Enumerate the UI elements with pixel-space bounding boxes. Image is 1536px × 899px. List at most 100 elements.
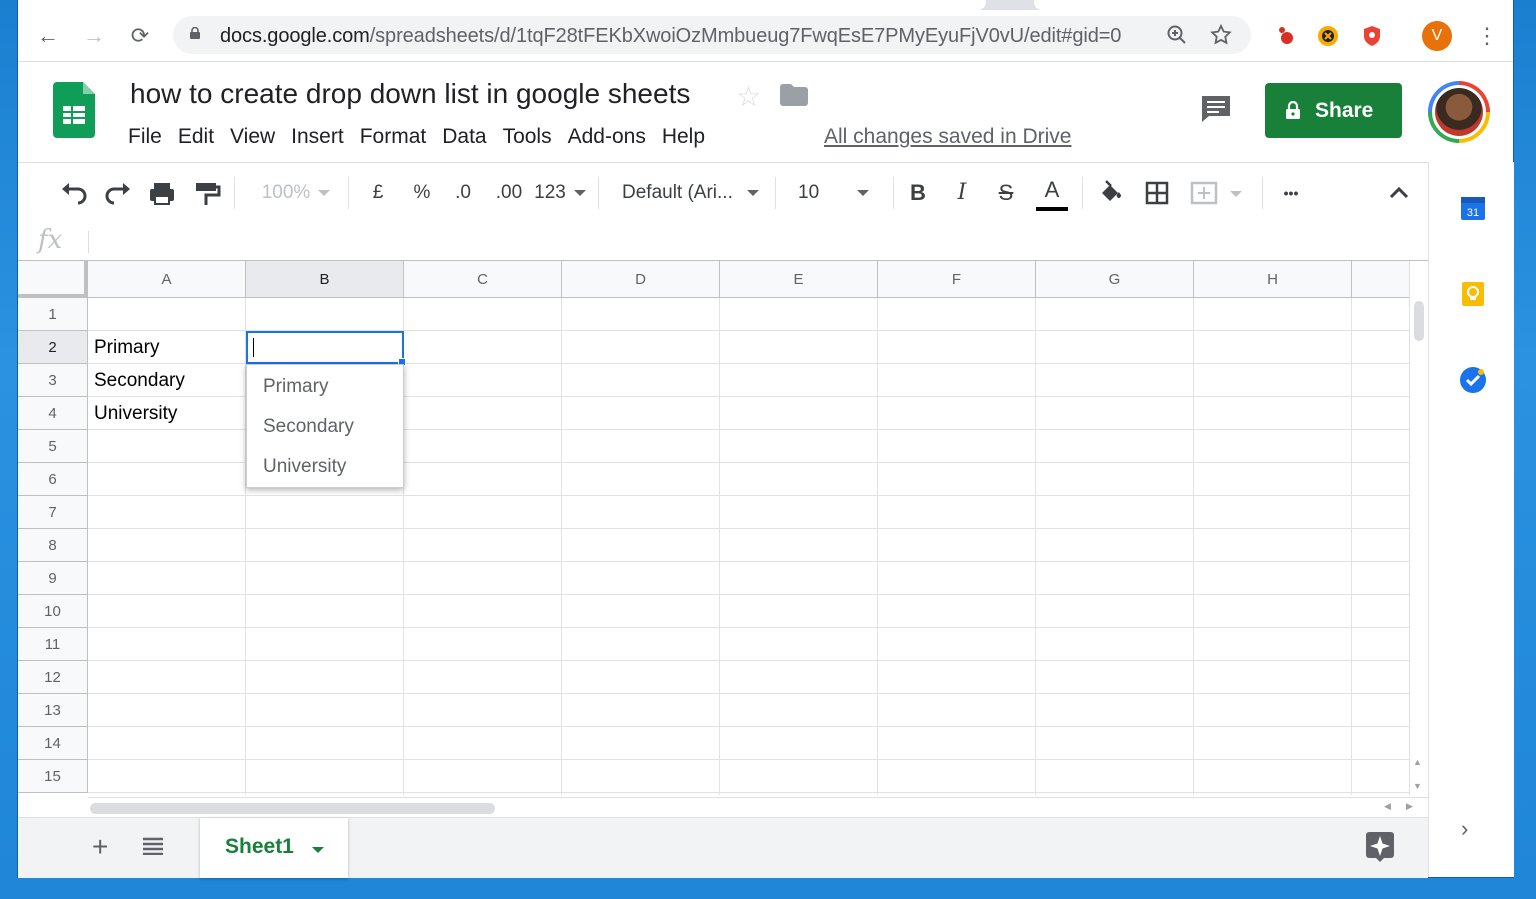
new-tab-area[interactable] <box>1034 0 1513 10</box>
active-tab[interactable] <box>18 0 986 10</box>
currency-format-button[interactable]: £ <box>366 175 390 211</box>
menu-insert[interactable]: Insert <box>283 122 352 152</box>
cell-a2[interactable]: Primary <box>88 331 159 364</box>
row-header-12[interactable]: 12 <box>18 661 88 694</box>
calendar-icon[interactable]: 31 <box>1459 194 1487 222</box>
column-header-h[interactable]: H <box>1194 261 1352 298</box>
merge-cells-icon[interactable] <box>1188 175 1248 211</box>
decrease-decimal-button[interactable]: .0 <box>448 175 478 211</box>
menu-view[interactable]: View <box>222 122 283 152</box>
cell-a3[interactable]: Secondary <box>88 364 185 397</box>
menu-addons[interactable]: Add-ons <box>560 122 654 152</box>
percent-format-button[interactable]: % <box>410 175 434 211</box>
row-header-1[interactable]: 1 <box>18 298 88 331</box>
comment-history-icon[interactable] <box>1199 92 1233 126</box>
row-header-3[interactable]: 3 <box>18 364 88 397</box>
row-header-14[interactable]: 14 <box>18 727 88 760</box>
sheet-tab-menu-icon[interactable] <box>312 847 324 853</box>
column-header-next[interactable] <box>1352 261 1409 298</box>
increase-decimal-button[interactable]: .00 <box>492 175 526 211</box>
font-size-select[interactable]: 10 <box>798 175 878 211</box>
column-header-f[interactable]: F <box>878 261 1036 298</box>
menu-help[interactable]: Help <box>654 122 713 152</box>
row-header-9[interactable]: 9 <box>18 562 88 595</box>
folder-icon[interactable] <box>780 84 808 106</box>
menu-edit[interactable]: Edit <box>170 122 222 152</box>
forward-icon[interactable]: → <box>80 22 108 50</box>
vertical-scroll-thumb[interactable] <box>1414 301 1424 341</box>
strikethrough-button[interactable]: S <box>994 175 1018 211</box>
sheet-tab-sheet1[interactable]: Sheet1 <box>200 818 348 878</box>
redo-icon[interactable] <box>102 175 134 211</box>
more-formats-select[interactable]: 123 <box>534 175 586 211</box>
menu-format[interactable]: Format <box>352 122 435 152</box>
share-button[interactable]: Share <box>1265 83 1402 138</box>
dropdown-option-primary[interactable]: Primary <box>263 372 328 402</box>
cell-a4[interactable]: University <box>88 397 177 430</box>
undo-icon[interactable] <box>58 175 90 211</box>
fill-color-icon[interactable] <box>1096 175 1126 211</box>
select-all-corner[interactable] <box>18 261 88 298</box>
document-title[interactable]: how to create drop down list in google s… <box>130 78 690 110</box>
text-color-button[interactable]: A <box>1036 175 1068 211</box>
italic-button[interactable]: I <box>950 175 974 211</box>
row-header-5[interactable]: 5 <box>18 430 88 463</box>
row-header-13[interactable]: 13 <box>18 694 88 727</box>
row-header-8[interactable]: 8 <box>18 529 88 562</box>
zoom-icon[interactable] <box>1165 23 1189 47</box>
extension-shield-icon[interactable] <box>1316 24 1340 48</box>
column-header-b[interactable]: B <box>246 261 404 298</box>
dropdown-option-secondary[interactable]: Secondary <box>263 412 354 442</box>
menu-data[interactable]: Data <box>434 122 494 152</box>
row-header-2[interactable]: 2 <box>18 331 88 364</box>
collapse-menus-icon[interactable] <box>1384 175 1414 211</box>
row-header-7[interactable]: 7 <box>18 496 88 529</box>
all-sheets-list-icon[interactable] <box>142 837 164 855</box>
row-header-11[interactable]: 11 <box>18 628 88 661</box>
row-header-10[interactable]: 10 <box>18 595 88 628</box>
add-sheet-icon[interactable]: + <box>92 832 108 862</box>
print-icon[interactable] <box>146 175 178 211</box>
row-header-6[interactable]: 6 <box>18 463 88 496</box>
font-family-select[interactable]: Default (Ari... <box>622 175 768 211</box>
menu-file[interactable]: File <box>120 122 170 152</box>
account-avatar[interactable] <box>1428 81 1490 143</box>
address-bar[interactable]: docs.google.com/spreadsheets/d/1tqF28tFE… <box>173 16 1251 54</box>
save-status-link[interactable]: All changes saved in Drive <box>824 122 1071 152</box>
star-icon[interactable]: ☆ <box>736 80 761 113</box>
paint-format-icon[interactable] <box>190 175 222 211</box>
column-header-a[interactable]: A <box>88 261 246 298</box>
explore-icon[interactable] <box>1366 832 1394 862</box>
bold-button[interactable]: B <box>906 175 930 211</box>
column-header-e[interactable]: E <box>720 261 878 298</box>
browser-menu-icon[interactable]: ⋮ <box>1476 22 1498 50</box>
sheets-logo-icon[interactable] <box>53 82 95 138</box>
extension-red-icon[interactable] <box>1274 24 1298 48</box>
column-header-c[interactable]: C <box>404 261 562 298</box>
horizontal-scrollbar[interactable]: ◀ ▶ <box>88 797 1428 818</box>
active-cell-editor[interactable] <box>246 331 406 366</box>
menu-tools[interactable]: Tools <box>495 122 560 152</box>
back-icon[interactable]: ← <box>34 22 62 50</box>
vertical-scrollbar[interactable]: ▲ ▼ <box>1409 261 1429 795</box>
column-header-d[interactable]: D <box>562 261 720 298</box>
reload-icon[interactable]: ⟳ <box>126 22 154 50</box>
formula-input[interactable] <box>98 223 1398 259</box>
row-header-4[interactable]: 4 <box>18 397 88 430</box>
scroll-down-icon[interactable]: ▼ <box>1413 781 1422 791</box>
column-header-g[interactable]: G <box>1036 261 1194 298</box>
more-options-button[interactable]: ••• <box>1276 175 1306 211</box>
horizontal-scroll-thumb[interactable] <box>90 803 495 814</box>
borders-icon[interactable] <box>1142 175 1172 211</box>
bookmark-star-icon[interactable] <box>1209 23 1233 47</box>
scroll-left-icon[interactable]: ◀ <box>1384 801 1391 812</box>
scroll-up-icon[interactable]: ▲ <box>1413 757 1422 767</box>
tasks-icon[interactable] <box>1459 366 1487 394</box>
show-side-panel-icon[interactable]: › <box>1461 816 1468 842</box>
profile-avatar[interactable]: V <box>1422 21 1452 51</box>
keep-icon[interactable] <box>1459 280 1487 308</box>
dropdown-option-university[interactable]: University <box>263 452 346 482</box>
row-header-15[interactable]: 15 <box>18 760 88 793</box>
scroll-right-icon[interactable]: ▶ <box>1406 801 1413 812</box>
extension-adblock-icon[interactable] <box>1360 24 1384 48</box>
